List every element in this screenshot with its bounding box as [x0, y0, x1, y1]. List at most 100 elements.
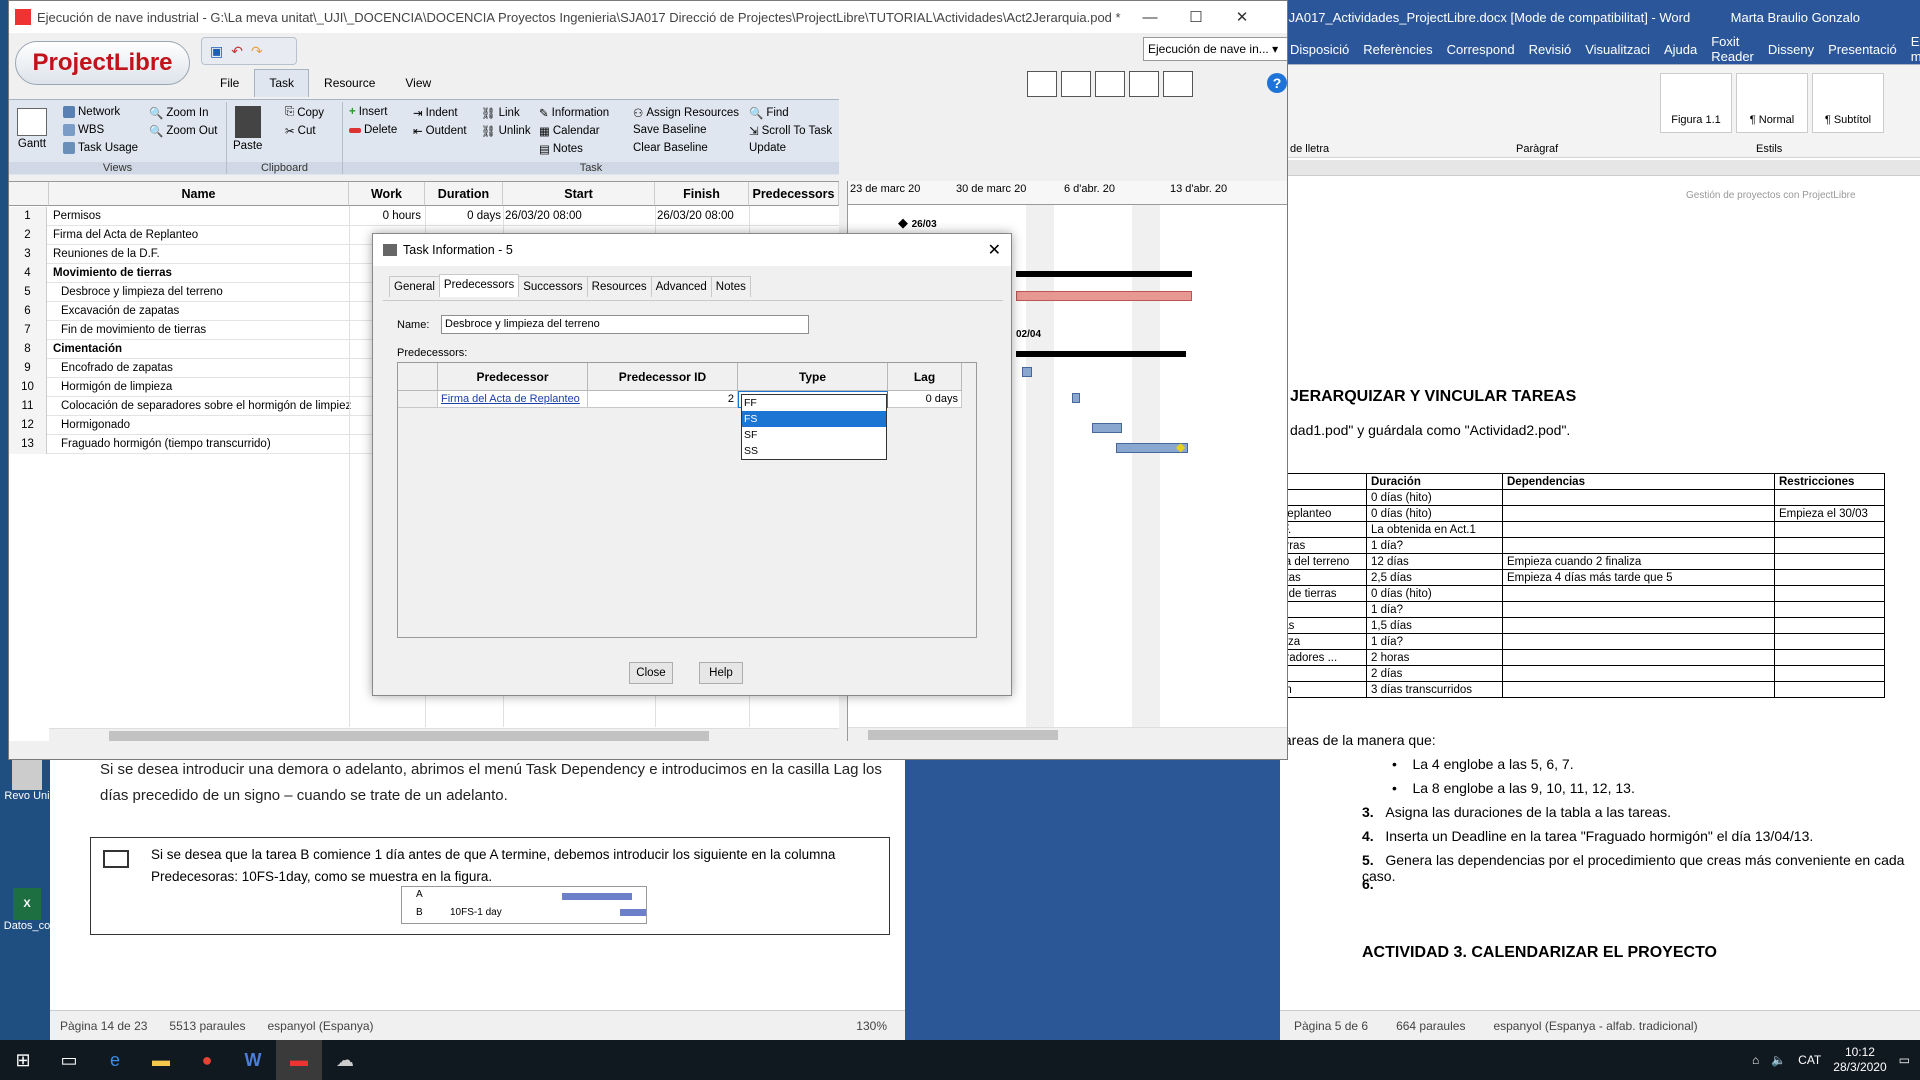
- row-number[interactable]: 10: [9, 378, 47, 397]
- task-bar-10[interactable]: [1072, 393, 1080, 403]
- styles-gallery[interactable]: Figura 1.1 ¶ Normal ¶ Subtítol: [1660, 73, 1884, 133]
- close-button[interactable]: ✕: [1219, 1, 1265, 33]
- col-work-header[interactable]: Work: [349, 182, 425, 206]
- dialog-close-icon[interactable]: ✕: [988, 240, 1001, 260]
- task-name-cell[interactable]: Cimentación: [53, 343, 343, 355]
- tab-resources[interactable]: Resources: [586, 276, 652, 297]
- col-type[interactable]: Type: [738, 363, 888, 391]
- task-name-cell[interactable]: Permisos: [53, 210, 343, 222]
- word-menu-item[interactable]: Foxit Reader: [1711, 34, 1754, 64]
- row-number[interactable]: 8: [9, 340, 47, 359]
- word-page[interactable]: Gestión de proyectos con ProjectLibre JE…: [1280, 176, 1920, 1000]
- copy-button[interactable]: ⎘ Copy: [285, 106, 324, 119]
- tab-view[interactable]: View: [390, 69, 446, 97]
- information-button[interactable]: ✎ Information: [539, 106, 609, 120]
- row-number[interactable]: 6: [9, 302, 47, 321]
- file-explorer-icon[interactable]: ▬: [138, 1040, 184, 1080]
- task-name-cell[interactable]: Fin de movimiento de tierras: [61, 324, 351, 336]
- type-dropdown-list[interactable]: FF FS SF SS: [741, 394, 887, 460]
- row-number[interactable]: 4: [9, 264, 47, 283]
- word-menu-item[interactable]: Presentació: [1828, 42, 1897, 57]
- task-bar-5[interactable]: [1016, 291, 1192, 301]
- task-name-cell[interactable]: Firma del Acta de Replanteo: [53, 229, 343, 241]
- style-tile[interactable]: ¶ Normal: [1736, 73, 1808, 133]
- notes-button[interactable]: ▤ Notes: [539, 142, 583, 156]
- tab-successors[interactable]: Successors: [518, 276, 588, 297]
- network-button[interactable]: Network: [63, 106, 120, 118]
- desktop-icon-datos[interactable]: X Datos_co: [2, 888, 52, 932]
- row-number[interactable]: 13: [9, 435, 47, 454]
- word-ruler[interactable]: [1280, 160, 1920, 176]
- tab-file[interactable]: File: [205, 69, 254, 97]
- word-menu-item[interactable]: Revisió: [1529, 42, 1572, 57]
- word-icon[interactable]: W: [230, 1040, 276, 1080]
- redo-icon[interactable]: ↷: [251, 43, 263, 60]
- task-bar-9[interactable]: [1022, 367, 1032, 377]
- task-name-cell[interactable]: Excavación de zapatas: [61, 305, 351, 317]
- chrome-icon[interactable]: ●: [184, 1040, 230, 1080]
- col-name-header[interactable]: Name: [49, 182, 349, 206]
- scroll-to-task-button[interactable]: ⇲ Scroll To Task: [749, 124, 832, 138]
- col-lag[interactable]: Lag: [888, 363, 962, 391]
- calendar-button[interactable]: ▦ Calendar: [539, 124, 600, 138]
- language[interactable]: espanyol (Espanya - alfab. tradicional): [1493, 1019, 1697, 1033]
- col-predecessor[interactable]: Predecessor: [438, 363, 588, 391]
- paste-button[interactable]: Paste: [233, 106, 262, 152]
- help-icon[interactable]: ?: [1267, 73, 1287, 93]
- network-tray-icon[interactable]: ⌂: [1752, 1053, 1759, 1067]
- word-menu-item[interactable]: Disposició: [1290, 42, 1349, 57]
- word-menu-item[interactable]: Correspond: [1447, 42, 1515, 57]
- charts-view-icon[interactable]: [1061, 71, 1091, 97]
- close-dialog-button[interactable]: Close: [629, 662, 673, 684]
- option-fs[interactable]: FS: [742, 411, 886, 427]
- summary-bar-4[interactable]: [1016, 271, 1192, 277]
- predecessor-name-cell[interactable]: Firma del Acta de Replanteo: [438, 391, 588, 408]
- task-name-field[interactable]: Desbroce y limpieza del terreno: [441, 315, 809, 334]
- col-pred-header[interactable]: Predecessors: [749, 182, 839, 206]
- projectlibre-taskbar-icon[interactable]: ▬: [276, 1040, 322, 1080]
- word-menu-item[interactable]: Explica-m: [1911, 34, 1920, 64]
- row-number[interactable]: 5: [9, 283, 47, 302]
- start-cell[interactable]: 26/03/20 08:00: [505, 210, 653, 222]
- tab-general[interactable]: General: [389, 276, 440, 297]
- desktop-icon-revo[interactable]: Revo Uni: [2, 760, 52, 802]
- histogram-view-icon[interactable]: [1027, 71, 1057, 97]
- row-number[interactable]: 12: [9, 416, 47, 435]
- clock[interactable]: 10:12 28/3/2020: [1833, 1045, 1886, 1075]
- word-menu-item[interactable]: Ajuda: [1664, 42, 1697, 57]
- start-icon[interactable]: ⊞: [0, 1040, 46, 1080]
- page-count-left[interactable]: Pàgina 14 de 23: [60, 1019, 147, 1033]
- style-tile[interactable]: Figura 1.1: [1660, 73, 1732, 133]
- task-name-cell[interactable]: Fraguado hormigón (tiempo transcurrido): [61, 438, 351, 450]
- link-button[interactable]: ⛓ Link: [481, 106, 520, 120]
- option-ff[interactable]: FF: [742, 395, 886, 411]
- row-number[interactable]: 9: [9, 359, 47, 378]
- summary-bar-8[interactable]: [1016, 351, 1186, 357]
- task-usage-view-icon[interactable]: [1095, 71, 1125, 97]
- delete-button[interactable]: Delete: [349, 124, 397, 136]
- tab-notes[interactable]: Notes: [710, 276, 751, 297]
- update-button[interactable]: Update: [749, 142, 786, 154]
- undo-icon[interactable]: ↶: [231, 43, 243, 60]
- tab-task[interactable]: Task: [254, 69, 310, 97]
- find-button[interactable]: 🔍 Find: [749, 106, 789, 120]
- indent-button[interactable]: ⇥ Indent: [413, 106, 458, 120]
- option-ss[interactable]: SS: [742, 443, 886, 459]
- predecessor-id-cell[interactable]: 2: [588, 391, 738, 408]
- task-bar-12[interactable]: [1092, 423, 1122, 433]
- gantt-button[interactable]: Gantt: [17, 108, 47, 150]
- table-row[interactable]: 1 Permisos 0 hours 0 days 26/03/20 08:00 26/0…: [9, 207, 839, 226]
- no-sub-view-icon[interactable]: [1163, 71, 1193, 97]
- style-tile[interactable]: ¶ Subtítol: [1812, 73, 1884, 133]
- task-usage-button[interactable]: Task Usage: [63, 142, 138, 154]
- gantt-h-scrollbar[interactable]: [848, 727, 1287, 741]
- zoom-out-button[interactable]: 🔍 Zoom Out: [149, 124, 217, 138]
- row-number[interactable]: 2: [9, 226, 47, 245]
- edge-icon[interactable]: e: [92, 1040, 138, 1080]
- duration-cell[interactable]: 0 days: [427, 210, 501, 222]
- clear-baseline-button[interactable]: Clear Baseline: [633, 142, 708, 154]
- insert-button[interactable]: + Insert: [349, 106, 387, 118]
- grid-h-scrollbar[interactable]: [49, 728, 839, 742]
- task-view-icon[interactable]: ▭: [46, 1040, 92, 1080]
- task-name-cell[interactable]: Encofrado de zapatas: [61, 362, 351, 374]
